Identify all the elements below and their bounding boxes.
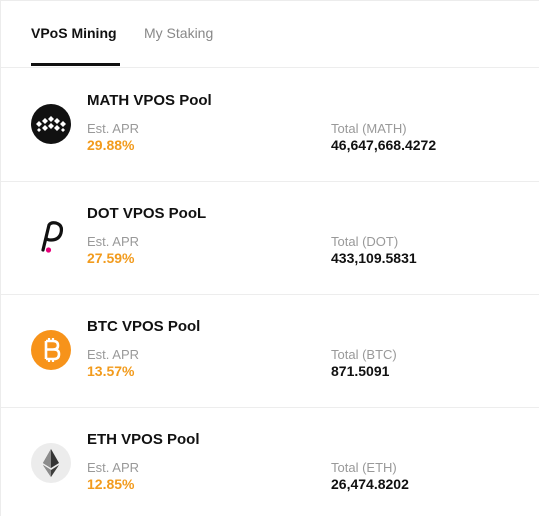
pool-row-math[interactable]: MATH VPOS Pool Est. APR 29.88% Total (MA… xyxy=(1,68,539,182)
ethereum-icon xyxy=(31,443,71,483)
pool-row-dot[interactable]: DOT VPOS PooL Est. APR 27.59% Total (DOT… xyxy=(1,181,539,295)
pool-name: DOT VPOS PooL xyxy=(87,205,207,222)
total-value: 433,109.5831 xyxy=(331,250,417,266)
apr-label: Est. APR xyxy=(87,234,140,249)
total-value: 871.5091 xyxy=(331,363,390,379)
staking-panel: VPoS Mining My Staking MATH VPOS Pool Es… xyxy=(0,0,539,516)
tab-vpos-mining[interactable]: VPoS Mining xyxy=(31,25,117,41)
total-value: 46,647,668.4272 xyxy=(331,137,437,153)
total-value: 26,474.8202 xyxy=(331,476,409,492)
apr-value: 29.88% xyxy=(87,137,135,153)
pool-row-btc[interactable]: BTC VPOS Pool Est. APR 13.57% Total (BTC… xyxy=(1,294,539,408)
apr-value: 27.59% xyxy=(87,250,135,266)
pool-name: BTC VPOS Pool xyxy=(87,318,201,335)
apr-label: Est. APR xyxy=(87,347,140,362)
total-label: Total (BTC) xyxy=(331,347,397,362)
math-icon xyxy=(31,104,71,144)
total-label: Total (ETH) xyxy=(331,460,397,475)
active-tab-indicator xyxy=(31,63,120,66)
tab-my-staking[interactable]: My Staking xyxy=(144,25,213,41)
total-label: Total (MATH) xyxy=(331,121,407,136)
pool-row-eth[interactable]: ETH VPOS Pool Est. APR 12.85% Total (ETH… xyxy=(1,407,539,520)
pool-name: ETH VPOS Pool xyxy=(87,431,200,448)
apr-label: Est. APR xyxy=(87,121,140,136)
tab-bar: VPoS Mining My Staking xyxy=(1,1,539,68)
apr-label: Est. APR xyxy=(87,460,140,475)
apr-value: 12.85% xyxy=(87,476,135,492)
pool-name: MATH VPOS Pool xyxy=(87,92,212,109)
bitcoin-icon xyxy=(31,330,71,370)
polkadot-icon xyxy=(31,217,71,257)
apr-value: 13.57% xyxy=(87,363,135,379)
total-label: Total (DOT) xyxy=(331,234,399,249)
